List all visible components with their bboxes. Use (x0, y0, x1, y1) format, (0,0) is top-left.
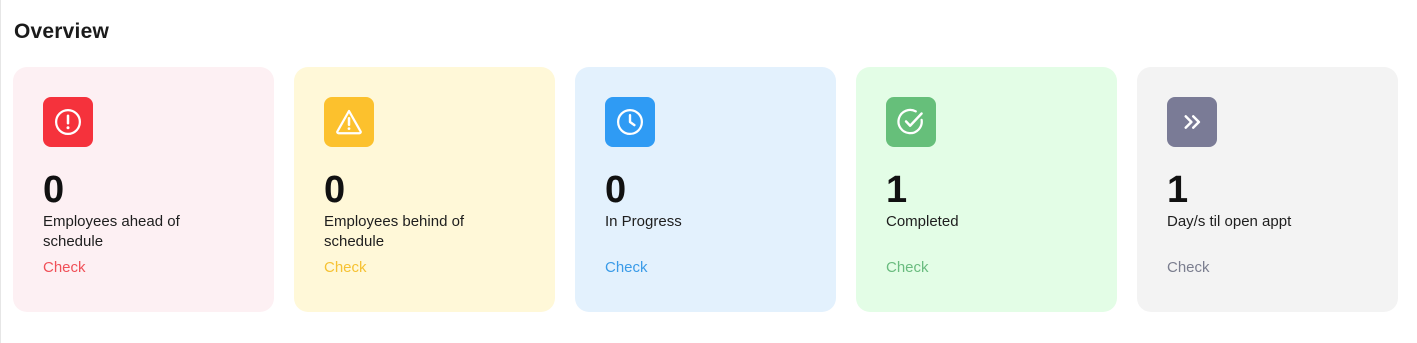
card-label: Employees behind of schedule (324, 213, 465, 250)
left-divider (0, 0, 1, 343)
card-value: 1 (886, 169, 908, 211)
card-label: Employees ahead of schedule (43, 213, 180, 250)
card-label: In Progress (605, 213, 682, 230)
icon-box-completed (886, 97, 936, 147)
check-circle-icon (897, 108, 923, 135)
check-link[interactable]: Check (324, 259, 367, 276)
exclamation-circle-icon (55, 109, 81, 135)
card-days-til-open-appt: 1 Day/s til open appt Check (1137, 67, 1398, 312)
icon-box-ahead (43, 97, 93, 147)
card-completed: 1 Completed Check (856, 67, 1117, 312)
icon-box-days (1167, 97, 1217, 147)
card-employees-behind: 0 Employees behind of schedule Check (294, 67, 555, 312)
check-link[interactable]: Check (43, 259, 86, 276)
card-employees-ahead: 0 Employees ahead of schedule Check (13, 67, 274, 312)
icon-box-progress (605, 97, 655, 147)
icon-box-behind (324, 97, 374, 147)
clock-icon (617, 109, 643, 135)
card-label: Day/s til open appt (1167, 213, 1292, 230)
card-value: 0 (605, 169, 627, 211)
check-link[interactable]: Check (886, 259, 929, 276)
check-link[interactable]: Check (605, 259, 648, 276)
page-title: Overview (14, 20, 109, 43)
card-in-progress: 0 In Progress Check (575, 67, 836, 312)
card-value: 0 (43, 169, 65, 211)
card-label: Completed (886, 213, 959, 230)
overview-cards: 0 Employees ahead of schedule Check 0 Em… (13, 67, 1398, 312)
warning-triangle-icon (336, 109, 362, 135)
check-link[interactable]: Check (1167, 259, 1210, 276)
card-value: 1 (1167, 169, 1189, 211)
overview-page: Overview 0 Employees ahead of schedule C… (0, 0, 1417, 343)
card-value: 0 (324, 169, 346, 211)
double-chevron-right-icon (1184, 115, 1201, 129)
